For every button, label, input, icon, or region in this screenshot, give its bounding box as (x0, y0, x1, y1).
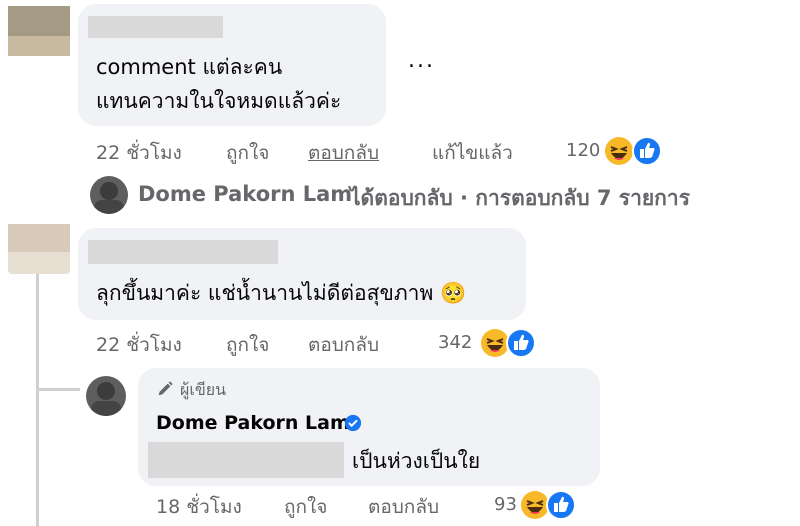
reply-button[interactable]: ตอบกลับ (308, 138, 379, 168)
commenter-name-redacted[interactable] (88, 240, 278, 264)
commenter-name-redacted[interactable] (88, 16, 223, 38)
author-name[interactable]: Dome Pakorn Lam (156, 412, 350, 434)
comment-1: comment แต่ละคน แทนความในใจหมดแล้วค่ะ ..… (0, 0, 800, 170)
reply-button[interactable]: ตอบกลับ (308, 330, 379, 360)
avatar[interactable] (8, 6, 70, 56)
like-button[interactable]: ถูกใจ (226, 330, 269, 360)
author-reply: ผู้เขียน Dome Pakorn Lam เป็นห่วงเป็นใย … (80, 366, 800, 526)
reply-actions: 18 ชั่วโมง ถูกใจ ตอบกลับ 93 (156, 490, 756, 522)
avatar (90, 176, 128, 214)
reply-summary-text[interactable]: ได้ตอบกลับ · การตอบกลับ 7 รายการ (350, 182, 690, 215)
comment-bubble: ลุกขึ้นมาค่ะ แช่น้ำนานไม่ดีต่อสุขภาพ 🥺 (78, 228, 526, 320)
reply-summary-name[interactable]: Dome Pakorn Lam (138, 182, 352, 206)
comment-actions: 22 ชั่วโมง ถูกใจ ตอบกลับ แก้ไขแล้ว 120 (96, 136, 696, 168)
like-button[interactable]: ถูกใจ (226, 138, 269, 168)
avatar[interactable] (86, 376, 126, 416)
timestamp[interactable]: 22 ชั่วโมง (96, 330, 182, 360)
thread-branch (36, 388, 80, 391)
timestamp[interactable]: 18 ชั่วโมง (156, 492, 242, 522)
haha-icon[interactable] (604, 136, 634, 166)
avatar[interactable] (8, 224, 70, 274)
view-replies-link[interactable]: Dome Pakorn Lam ได้ตอบกลับ · การตอบกลับ … (88, 174, 788, 216)
author-badge: ผู้เขียน (180, 380, 227, 399)
like-button[interactable]: ถูกใจ (284, 492, 327, 522)
pencil-icon (158, 381, 173, 396)
more-options-icon[interactable]: ... (408, 48, 435, 73)
comment-2: ลุกขึ้นมาค่ะ แช่น้ำนานไม่ดีต่อสุขภาพ 🥺 2… (0, 222, 800, 362)
comment-text-line2: แทนความในใจหมดแล้วค่ะ (96, 89, 342, 113)
comment-actions: 22 ชั่วโมง ถูกใจ ตอบกลับ 342 (96, 328, 696, 360)
reply-button[interactable]: ตอบกลับ (368, 492, 439, 522)
like-icon[interactable] (546, 490, 576, 520)
like-icon[interactable] (506, 328, 536, 358)
comment-text: ลุกขึ้นมาค่ะ แช่น้ำนานไม่ดีต่อสุขภาพ 🥺 (96, 281, 467, 305)
reply-text: เป็นห่วงเป็นใย (352, 449, 481, 473)
comment-bubble: comment แต่ละคน แทนความในใจหมดแล้วค่ะ (78, 4, 386, 126)
verified-badge-icon (344, 414, 362, 432)
tagged-name-redacted[interactable] (148, 442, 344, 478)
comment-text-line1: comment แต่ละคน (96, 55, 283, 79)
timestamp[interactable]: 22 ชั่วโมง (96, 138, 182, 168)
reaction-count[interactable]: 342 (438, 332, 472, 353)
reaction-count[interactable]: 120 (566, 140, 600, 161)
edited-label: แก้ไขแล้ว (432, 142, 513, 164)
reaction-count[interactable]: 93 (494, 494, 517, 515)
like-icon[interactable] (632, 136, 662, 166)
reply-bubble: ผู้เขียน Dome Pakorn Lam เป็นห่วงเป็นใย (138, 368, 600, 486)
